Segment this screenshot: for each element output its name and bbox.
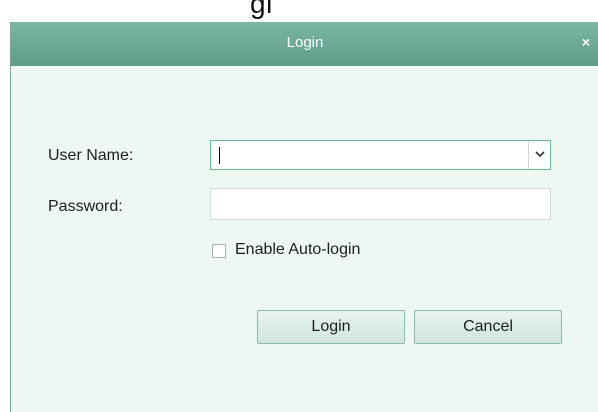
password-field[interactable] [210,188,551,220]
username-label: User Name: [48,147,134,164]
password-label: Password: [48,198,123,215]
username-dropdown-button[interactable] [528,141,550,169]
auto-login-label[interactable]: Enable Auto-login [235,241,360,259]
username-combobox[interactable] [210,140,551,170]
dialog-title: Login [286,34,324,51]
auto-login-checkbox[interactable] [212,244,226,258]
chevron-down-icon [535,151,545,158]
dialog-titlebar[interactable]: Login × [11,22,598,66]
close-button[interactable]: × [575,30,597,54]
background-window-title: gi [250,0,273,19]
login-dialog: Login × User Name: Password: Enable Auto… [10,22,598,412]
login-button[interactable]: Login [257,310,405,344]
text-cursor [219,147,220,164]
close-icon: × [581,34,591,50]
cancel-button[interactable]: Cancel [414,310,562,344]
username-input[interactable] [217,145,517,165]
